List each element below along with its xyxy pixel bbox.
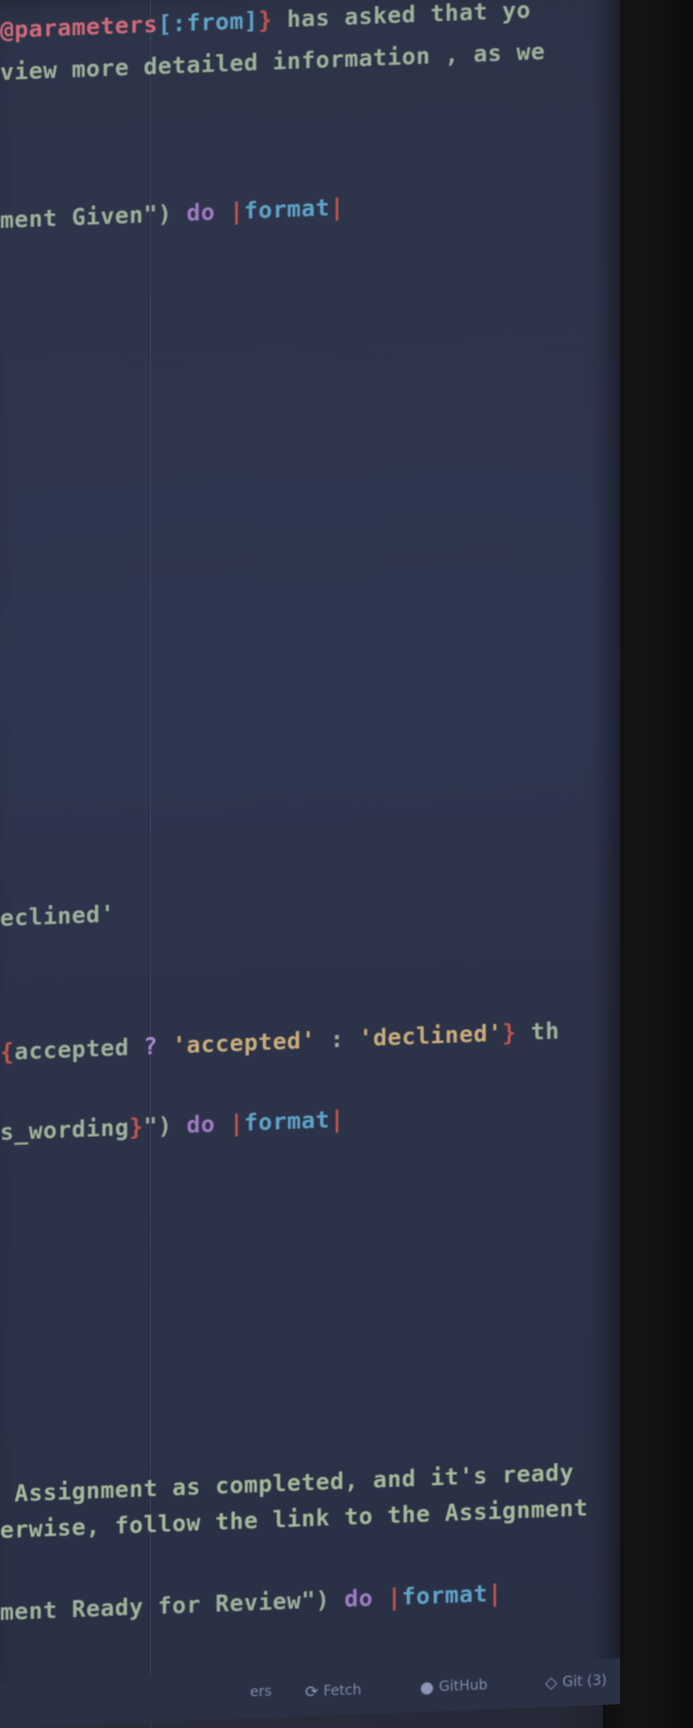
code-line[interactable]: {accepted ? 'accepted' : 'declined'} th <box>0 1019 560 1066</box>
code-token: ment Ready for Review") <box>0 1587 330 1626</box>
code-line[interactable]: @parameters[:from]} has asked that yo <box>0 0 531 44</box>
code-token: th <box>530 1018 560 1046</box>
github-label: GitHub <box>438 1676 488 1695</box>
code-token: | <box>330 194 345 222</box>
code-token: | <box>487 1580 503 1608</box>
code-token: s_wording <box>0 1115 130 1146</box>
code-line[interactable]: eclined' <box>0 902 115 932</box>
code-token: do <box>172 1111 230 1140</box>
git-icon: ◇ <box>545 1672 558 1693</box>
git-button[interactable]: ◇ Git (3) <box>545 1671 607 1692</box>
status-partial-label: ers <box>250 1683 272 1701</box>
code-line[interactable]: ment Given") do |format| <box>0 195 344 234</box>
code-token: ? <box>129 1033 173 1062</box>
sync-icon: ⟳ <box>305 1681 319 1702</box>
code-token: eclined' <box>0 901 115 932</box>
code-token: view more detailed information , as we <box>0 39 546 86</box>
code-token: [:from] <box>157 8 259 38</box>
git-label: Git (3) <box>562 1672 607 1690</box>
code-token: 'accepted' <box>172 1027 316 1060</box>
code-token: format <box>243 195 331 225</box>
code-token: 'declined' <box>358 1020 503 1053</box>
code-line[interactable]: ment Ready for Review") do |format| <box>0 1581 502 1626</box>
code-token: } <box>502 1019 531 1047</box>
code-token: accepted <box>14 1035 130 1066</box>
editor-ruler-guide <box>150 0 151 1728</box>
code-token: | <box>387 1584 402 1612</box>
code-token: } <box>129 1114 144 1142</box>
code-token: @parameters <box>0 11 158 44</box>
code-token: format <box>243 1107 331 1137</box>
code-token: do <box>330 1585 388 1614</box>
photo-scene: @parameters[:from]} has asked that yo vi… <box>0 0 693 1728</box>
code-token: : <box>315 1026 359 1054</box>
code-token: do <box>172 199 230 228</box>
github-button[interactable]: ● GitHub <box>420 1675 487 1697</box>
fetch-button[interactable]: ⟳ Fetch <box>305 1680 362 1702</box>
code-token: ment Given") <box>0 201 173 234</box>
code-token: { <box>0 1039 15 1066</box>
code-token: ") <box>143 1113 173 1141</box>
code-token: | <box>330 1106 345 1134</box>
code-token: | <box>229 198 244 226</box>
code-token: has asked that yo <box>286 0 531 33</box>
code-token: } <box>258 6 287 35</box>
code-token: format <box>401 1581 488 1611</box>
code-line[interactable]: view more detailed information , as we <box>0 39 545 86</box>
code-line[interactable]: s_wording}") do |format| <box>0 1107 344 1146</box>
code-editor[interactable]: @parameters[:from]} has asked that yo vi… <box>0 0 620 1728</box>
code-token: | <box>229 1110 244 1138</box>
github-icon: ● <box>420 1677 434 1697</box>
fetch-label: Fetch <box>323 1681 362 1700</box>
status-item-partial[interactable]: ers <box>250 1684 272 1701</box>
